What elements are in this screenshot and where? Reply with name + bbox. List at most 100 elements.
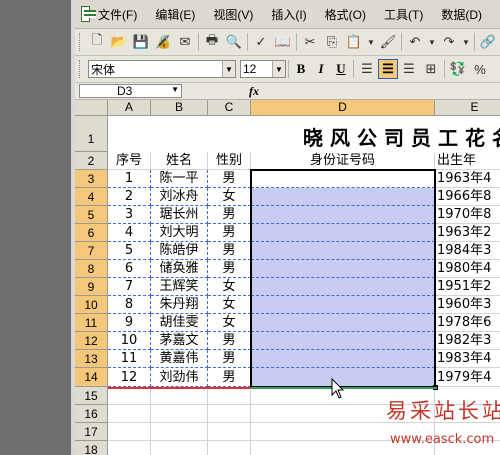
row-header-6[interactable]: 6 [75, 224, 108, 242]
workbook-icon[interactable] [81, 6, 97, 22]
cell[interactable]: 男 [208, 368, 251, 387]
cell[interactable]: 1970年8 [435, 206, 500, 224]
cell[interactable]: 男 [208, 170, 251, 188]
cell[interactable]: 6 [108, 260, 151, 278]
cell[interactable]: 10 [108, 332, 151, 350]
row-header-12[interactable]: 12 [75, 332, 108, 350]
row-header-18[interactable]: 18 [75, 441, 108, 455]
name-box[interactable]: D3 ▼ [79, 84, 182, 98]
cell[interactable]: 1982年3 [435, 332, 500, 350]
cell[interactable]: 1983年4 [435, 350, 500, 368]
cell[interactable] [251, 314, 435, 332]
cell[interactable]: 琚长州 [151, 206, 208, 224]
print-icon[interactable]: 🖶 [201, 32, 223, 52]
cell[interactable] [151, 423, 208, 441]
cell[interactable] [108, 441, 151, 455]
row-header-13[interactable]: 13 [75, 350, 108, 368]
redo-icon[interactable]: ↷ [438, 32, 460, 52]
toolbar-grip[interactable] [79, 60, 83, 78]
menu-file[interactable]: 文件(F) [98, 6, 137, 23]
cell[interactable]: 刘劲伟 [151, 368, 208, 387]
cell[interactable]: 12 [108, 368, 151, 387]
align-center-icon[interactable]: ☰ [378, 59, 398, 79]
align-left-icon[interactable]: ☰ [356, 59, 378, 79]
research-icon[interactable]: 📖 [272, 32, 294, 52]
cell[interactable]: 1979年4 [435, 368, 500, 387]
cell[interactable] [251, 260, 435, 278]
chevron-down-icon[interactable]: ▼ [426, 32, 438, 52]
cell[interactable] [208, 423, 251, 441]
chevron-down-icon[interactable]: ▼ [171, 85, 179, 94]
chevron-down-icon[interactable]: ▼ [272, 61, 285, 77]
format-painter-icon[interactable]: 🖌 [377, 32, 399, 52]
save-icon[interactable]: 💾 [130, 32, 152, 52]
print-preview-icon[interactable]: 🔍 [223, 32, 245, 52]
chevron-down-icon[interactable]: ▼ [222, 61, 235, 77]
row-header-14[interactable]: 14 [75, 368, 108, 387]
cell[interactable]: 7 [108, 278, 151, 296]
cell[interactable] [108, 405, 151, 423]
cell[interactable]: 女 [208, 314, 251, 332]
align-right-icon[interactable]: ☰ [398, 59, 420, 79]
row-header-16[interactable]: 16 [75, 405, 108, 423]
menu-edit[interactable]: 编辑(E) [155, 6, 195, 23]
row-header-5[interactable]: 5 [75, 206, 108, 224]
cell[interactable] [208, 387, 251, 405]
percent-style-button[interactable]: % [469, 59, 491, 79]
cell[interactable] [251, 224, 435, 242]
row-header-11[interactable]: 11 [75, 314, 108, 332]
cell[interactable]: 2 [108, 188, 151, 206]
font-name-select[interactable]: 宋体 ▼ [88, 60, 236, 78]
insert-function-icon[interactable]: fx [249, 84, 259, 99]
cell[interactable]: 茅嘉文 [151, 332, 208, 350]
menu-insert[interactable]: 插入(I) [271, 6, 306, 23]
currency-icon[interactable]: 💱 [447, 59, 469, 79]
cell[interactable] [151, 441, 208, 455]
cell[interactable]: 陈一平 [151, 170, 208, 188]
column-header-b[interactable]: B [151, 100, 208, 116]
cell[interactable]: 3 [108, 206, 151, 224]
cell[interactable]: 序号 [108, 152, 151, 170]
row-header-3[interactable]: 3 [75, 170, 108, 188]
cell[interactable] [251, 188, 435, 206]
open-folder-icon[interactable]: 📂 [108, 32, 130, 52]
cell[interactable] [251, 242, 435, 260]
cell[interactable]: 女 [208, 278, 251, 296]
row-header-4[interactable]: 4 [75, 188, 108, 206]
new-document-icon[interactable]: 🗋 [86, 32, 108, 52]
row-header-8[interactable]: 8 [75, 260, 108, 278]
cell[interactable]: 女 [208, 296, 251, 314]
cell[interactable]: 储奂雅 [151, 260, 208, 278]
underline-button[interactable]: U [331, 59, 351, 79]
column-header-e[interactable]: E [435, 100, 500, 116]
row-header-1[interactable]: 1 [75, 116, 108, 152]
cell[interactable] [251, 332, 435, 350]
cell[interactable]: 刘冰舟 [151, 188, 208, 206]
cell[interactable]: 性别 [208, 152, 251, 170]
cell[interactable] [251, 206, 435, 224]
copy-icon[interactable]: ⎘ [321, 32, 343, 52]
paste-icon[interactable]: 📋 [343, 32, 365, 52]
cell[interactable]: 1960年3 [435, 296, 500, 314]
cell[interactable]: 黄嘉伟 [151, 350, 208, 368]
cell[interactable] [251, 278, 435, 296]
row-header-2[interactable]: 2 [75, 152, 108, 170]
cell[interactable]: 8 [108, 296, 151, 314]
undo-icon[interactable]: ↶ [404, 32, 426, 52]
cell[interactable]: 出生年 [435, 152, 500, 170]
italic-button[interactable]: I [311, 59, 331, 79]
spelling-icon[interactable]: ✓ [250, 32, 272, 52]
cell[interactable]: 1963年2 [435, 224, 500, 242]
cell[interactable]: 胡佳雯 [151, 314, 208, 332]
cell[interactable]: 4 [108, 224, 151, 242]
cell[interactable]: 女 [208, 188, 251, 206]
cell[interactable]: 男 [208, 260, 251, 278]
cell[interactable] [251, 350, 435, 368]
cell[interactable]: 1966年8 [435, 188, 500, 206]
cell[interactable]: 朱丹翔 [151, 296, 208, 314]
merge-center-icon[interactable]: ⊞ [420, 59, 442, 79]
cell[interactable]: 男 [208, 332, 251, 350]
cell[interactable]: 1 [108, 170, 151, 188]
row-header-17[interactable]: 17 [75, 423, 108, 441]
cell[interactable]: 11 [108, 350, 151, 368]
